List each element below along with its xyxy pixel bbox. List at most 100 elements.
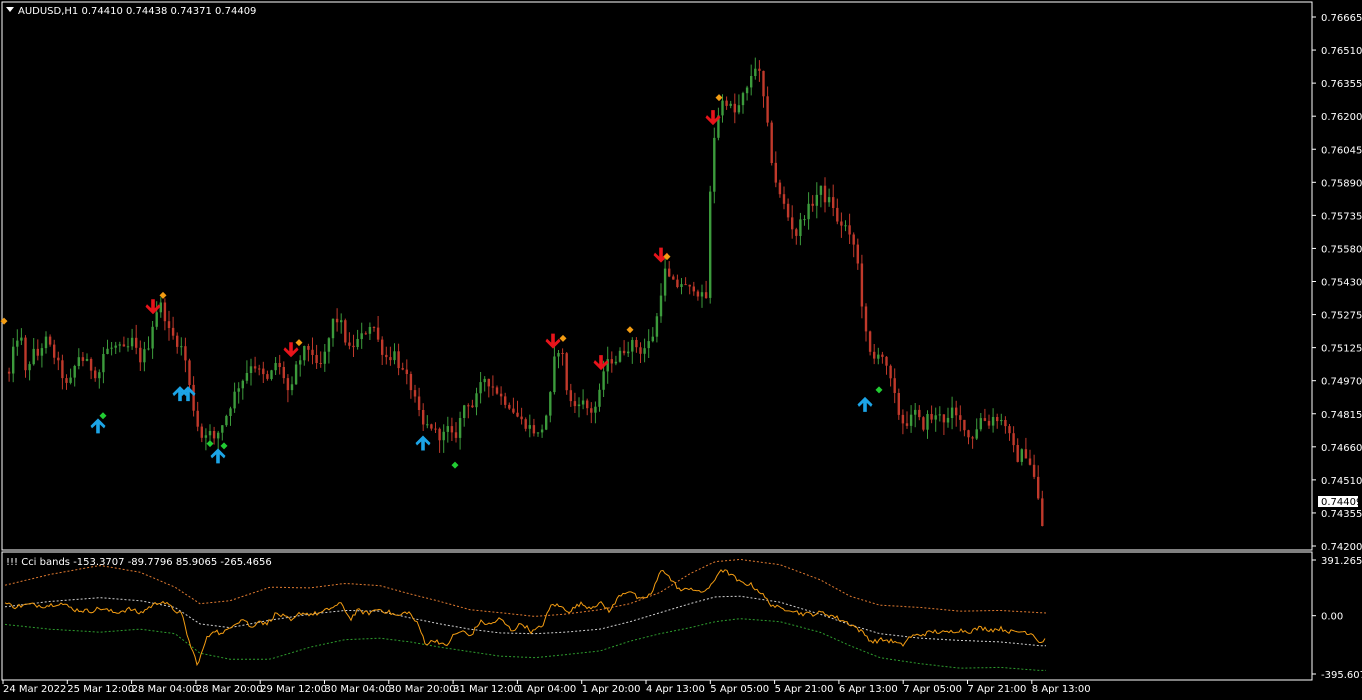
time-tick-label: 28 Mar 20:00 [196, 684, 263, 695]
candle-body [553, 356, 556, 393]
time-tick-label: 24 Mar 2022 [3, 684, 66, 695]
candle-body [110, 347, 113, 349]
candle-body [545, 415, 548, 430]
candle-body [389, 357, 392, 361]
candle-body [877, 354, 880, 359]
candle-body [942, 414, 946, 423]
candle-body [1041, 498, 1044, 526]
candle-body [426, 424, 429, 426]
candle-body [659, 295, 663, 317]
candle-body [893, 378, 896, 393]
candle-body [196, 410, 199, 427]
candle-body [106, 348, 109, 354]
candle-body [512, 408, 515, 413]
time-tick-label: 5 Apr 21:00 [775, 684, 834, 695]
candle-body [848, 225, 851, 235]
candle-body [704, 292, 708, 298]
candle-body [766, 96, 769, 123]
price-tick-label: 0.74355 [1321, 509, 1362, 520]
candle-body [381, 339, 384, 355]
price-tick-label: 0.75275 [1321, 311, 1362, 322]
candle-body [311, 349, 314, 355]
candle-body [340, 320, 343, 323]
candle-body [422, 410, 425, 425]
candle-body [467, 405, 470, 407]
candle-body [24, 337, 27, 371]
candle-body [471, 405, 474, 408]
candle-body [463, 405, 466, 418]
candle-body [557, 353, 560, 357]
candle-body [881, 354, 884, 357]
candle-body [991, 417, 995, 426]
candle-body [479, 382, 482, 394]
candle-body [147, 348, 150, 350]
candle-body [409, 374, 413, 391]
candle-body [1008, 426, 1011, 434]
candle-body [795, 229, 798, 236]
candle-body [516, 412, 519, 417]
price-tick-label: 0.74815 [1321, 410, 1362, 421]
time-tick-label: 5 Apr 05:00 [710, 684, 769, 695]
candle-body [270, 370, 273, 379]
time-tick-label: 6 Apr 13:00 [839, 684, 898, 695]
price-tick-label: 0.74200 [1321, 542, 1362, 553]
candle-body [709, 191, 712, 298]
candle-body [434, 428, 437, 430]
candle-body [204, 435, 208, 438]
candle-body [57, 357, 60, 361]
candle-body [971, 437, 974, 439]
candle-body [454, 432, 458, 438]
price-tick-label: 0.75890 [1321, 178, 1362, 189]
candle-body [561, 353, 564, 354]
candle-body [221, 425, 224, 433]
candle-body [1032, 464, 1036, 477]
candle-body [959, 415, 962, 420]
candle-body [278, 363, 281, 367]
price-tick-label: 0.75735 [1321, 211, 1362, 222]
candle-body [376, 327, 380, 340]
candle-body [536, 432, 540, 434]
candle-body [1020, 449, 1023, 462]
candle-body [442, 431, 445, 441]
candle-body [577, 404, 581, 407]
candle-body [786, 203, 790, 218]
candle-body [48, 336, 52, 345]
candle-body [549, 392, 552, 416]
candle-body [151, 326, 154, 349]
candle-body [827, 197, 831, 203]
candle-body [819, 185, 823, 195]
candle-body [135, 337, 138, 348]
candle-body [258, 368, 261, 370]
candle-body [159, 302, 162, 313]
candle-body [914, 409, 917, 415]
price-tick-label: 0.75580 [1321, 244, 1362, 255]
candle-body [856, 244, 859, 264]
candle-body [397, 351, 400, 369]
price-tick-label: 0.74510 [1321, 476, 1362, 487]
candle-body [594, 406, 597, 413]
candle-body [32, 348, 35, 365]
candle-body [778, 182, 782, 195]
candle-body [303, 346, 306, 361]
candle-body [762, 70, 765, 97]
candle-body [524, 419, 527, 429]
candle-body [77, 357, 80, 366]
candle-body [729, 103, 732, 106]
time-tick-label: 31 Mar 12:00 [453, 684, 520, 695]
candle-body [713, 137, 716, 192]
candle-body [946, 417, 950, 423]
candle-body [840, 221, 843, 226]
candle-body [926, 414, 929, 430]
candle-body [85, 359, 89, 361]
candle-body [237, 388, 240, 392]
candle-body [282, 367, 285, 379]
candle-body [348, 342, 351, 346]
candle-body [352, 345, 355, 348]
candle-body [487, 378, 490, 387]
candle-body [36, 348, 39, 356]
candle-body [241, 380, 244, 389]
candle-body [733, 103, 736, 113]
candle-body [1028, 458, 1032, 465]
candle-body [430, 424, 433, 429]
candle-body [299, 360, 302, 365]
